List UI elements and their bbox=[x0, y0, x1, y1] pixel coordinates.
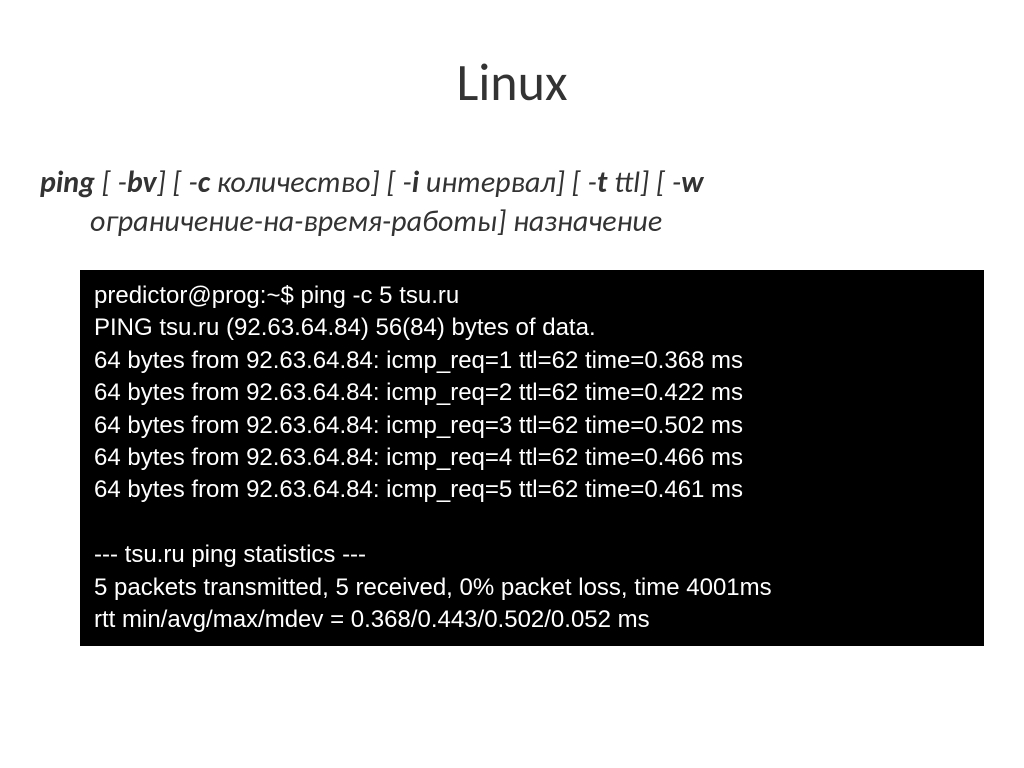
terminal-line: 5 packets transmitted, 5 received, 0% pa… bbox=[94, 572, 970, 604]
terminal-line: 64 bytes from 92.63.64.84: icmp_req=1 tt… bbox=[94, 345, 970, 377]
terminal-line: 64 bytes from 92.63.64.84: icmp_req=2 tt… bbox=[94, 377, 970, 409]
terminal-line: PING tsu.ru (92.63.64.84) 56(84) bytes o… bbox=[94, 312, 970, 344]
terminal-line: 64 bytes from 92.63.64.84: icmp_req=3 tt… bbox=[94, 410, 970, 442]
syntax-dest: назначение bbox=[513, 203, 662, 240]
syntax-line-2: ограничение-на-время-работы] назначение bbox=[30, 203, 994, 240]
terminal-line: 64 bytes from 92.63.64.84: icmp_req=5 tt… bbox=[94, 474, 970, 506]
syntax-cmd: ping bbox=[40, 164, 95, 201]
slide-container: Linux ping [ -bv] [ -c количество] [ -i … bbox=[0, 0, 1024, 768]
syntax-opt-w: w bbox=[681, 164, 703, 201]
terminal-line: 64 bytes from 92.63.64.84: icmp_req=4 tt… bbox=[94, 442, 970, 474]
terminal-block: predictor@prog:~$ ping -c 5 tsu.ru PING … bbox=[80, 270, 984, 646]
syntax-line-1: ping [ -bv] [ -c количество] [ -i интерв… bbox=[30, 164, 994, 201]
syntax-opt-i: i bbox=[412, 164, 419, 201]
syntax-opt-t: t bbox=[597, 164, 607, 201]
terminal-line: rtt min/avg/max/mdev = 0.368/0.443/0.502… bbox=[94, 604, 970, 636]
syntax-opt-c-arg: количество bbox=[217, 164, 371, 201]
syntax-opt-bv: bv bbox=[127, 164, 157, 201]
syntax-opt-i-arg: интервал bbox=[426, 164, 556, 201]
terminal-line bbox=[94, 507, 970, 539]
syntax-opt-c: c bbox=[198, 164, 210, 201]
slide-title: Linux bbox=[30, 50, 994, 114]
syntax-opt-w-arg: ограничение-на-время-работы bbox=[90, 203, 497, 240]
terminal-line: predictor@prog:~$ ping -c 5 tsu.ru bbox=[94, 280, 970, 312]
syntax-opt-t-arg: ttl bbox=[614, 164, 640, 201]
terminal-line: --- tsu.ru ping statistics --- bbox=[94, 539, 970, 571]
